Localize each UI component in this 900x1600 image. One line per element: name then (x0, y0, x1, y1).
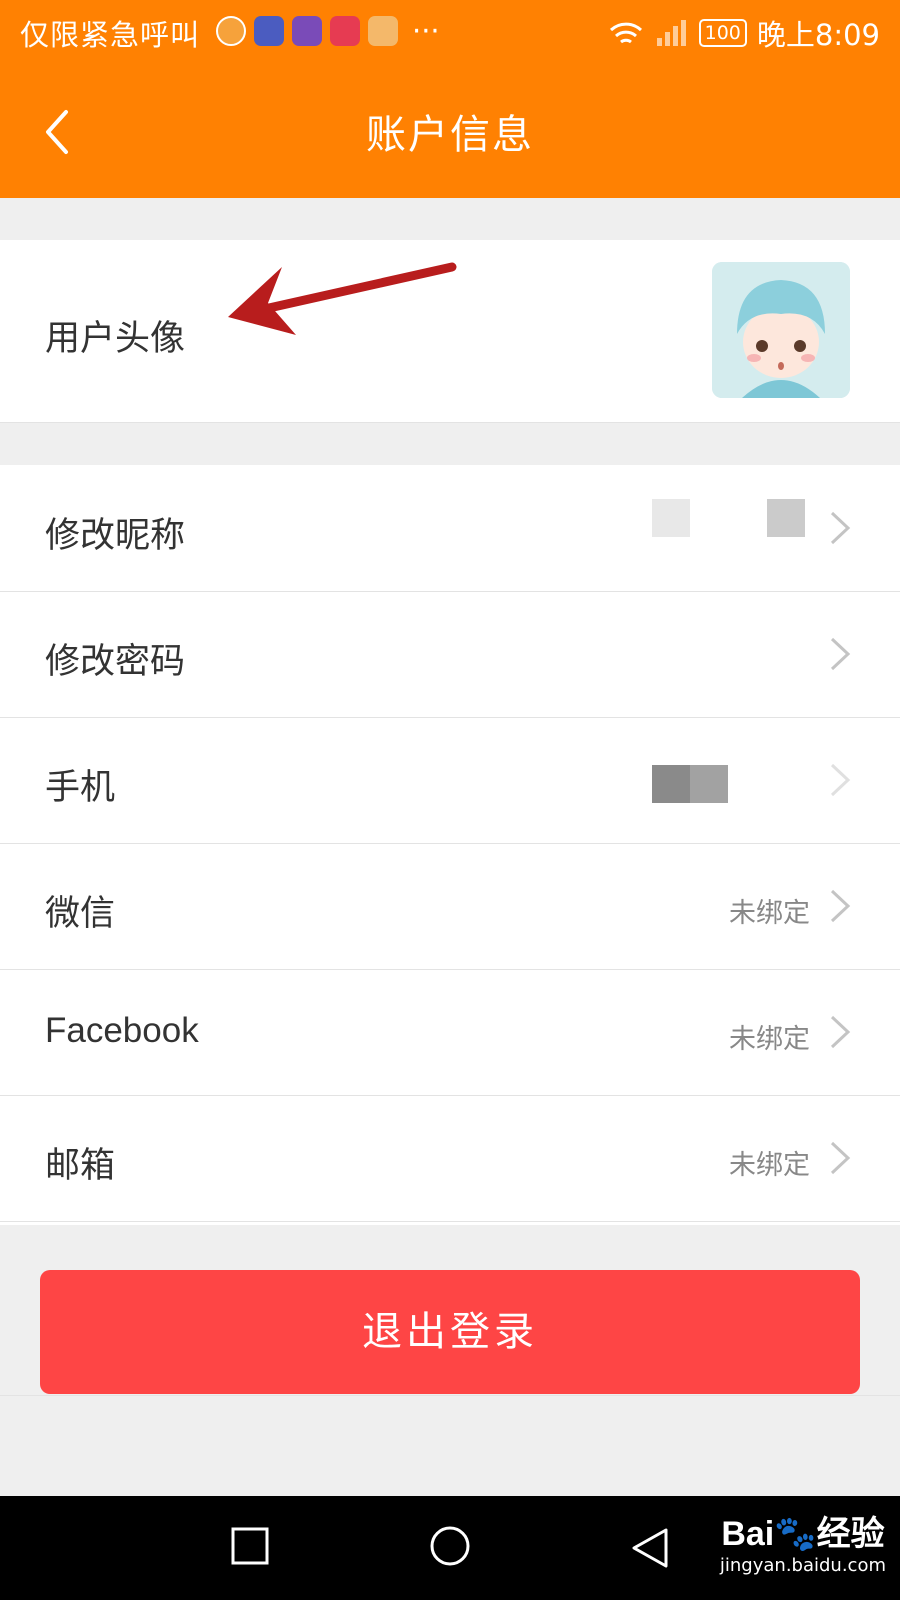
avatar-illustration (712, 262, 850, 398)
obscured-nickname (767, 499, 805, 537)
row-label: Facebook (45, 1011, 199, 1050)
status-bar: 仅限紧急呼叫 ··· 100 晚上8:09 (0, 0, 900, 62)
obscured-nickname (652, 499, 690, 537)
red-app-icon (330, 16, 360, 46)
row-label: 微信 (45, 894, 116, 934)
list-item-nickname[interactable]: 修改昵称 (0, 465, 900, 592)
logout-button[interactable]: 退出登录 (40, 1270, 860, 1394)
chevron-right-icon (830, 1015, 851, 1049)
chart-app-icon (292, 16, 322, 46)
chevron-right-icon (830, 637, 851, 671)
chevron-right-icon (830, 511, 851, 545)
row-label: 邮箱 (45, 1146, 116, 1186)
chevron-right-icon (830, 1141, 851, 1175)
bulb-app-icon (254, 16, 284, 46)
list-item-email[interactable]: 邮箱 未绑定 (0, 1095, 900, 1222)
watermark-brand: Bai🐾经验 (721, 1515, 885, 1553)
clock: 晚上8:09 (756, 18, 880, 52)
page-title: 账户信息 (366, 112, 534, 158)
huawei-store-icon (368, 16, 398, 46)
battery-icon: 100 (698, 19, 747, 47)
obscured-phone (652, 765, 728, 803)
header-bar: 账户信息 (0, 62, 900, 198)
list-item-phone[interactable]: 手机 (0, 717, 900, 844)
home-icon[interactable] (428, 1526, 472, 1570)
row-label: 修改密码 (45, 642, 186, 682)
list-item-password[interactable]: 修改密码 (0, 591, 900, 718)
list-item-facebook[interactable]: Facebook 未绑定 (0, 969, 900, 1096)
avatar[interactable] (712, 262, 850, 398)
avatar-label: 用户头像 (45, 319, 186, 359)
watermark-url: jingyan.baidu.com (719, 1555, 886, 1576)
list-item-wechat[interactable]: 微信 未绑定 (0, 843, 900, 970)
back-nav-icon[interactable] (630, 1526, 670, 1570)
row-label: 手机 (45, 768, 116, 808)
binding-status: 未绑定 (729, 1024, 810, 1055)
row-label: 修改昵称 (45, 516, 186, 556)
recent-apps-icon[interactable] (230, 1526, 270, 1566)
baidu-watermark: Bai🐾经验 jingyan.baidu.com (720, 1506, 886, 1576)
chevron-right-icon (830, 889, 851, 923)
binding-status: 未绑定 (729, 1150, 810, 1181)
more-notifications-icon: ··· (412, 14, 440, 48)
divider (0, 1395, 900, 1396)
annotation-arrow (228, 262, 457, 335)
chevron-right-icon (830, 763, 851, 797)
wifi-icon (609, 22, 642, 44)
carrier-text: 仅限紧急呼叫 (20, 18, 201, 52)
settings-list: 修改昵称 修改密码 手机 微信 未绑定 Facebook 未绑定 邮箱 未绑定 (0, 465, 900, 1225)
app-notification-icon (216, 16, 246, 46)
binding-status: 未绑定 (729, 898, 810, 929)
system-nav-bar: Bai🐾经验 jingyan.baidu.com (0, 1496, 900, 1600)
paw-icon: 🐾 (774, 1515, 817, 1553)
signal-icon (656, 20, 686, 46)
notification-icons: ··· (216, 14, 440, 48)
